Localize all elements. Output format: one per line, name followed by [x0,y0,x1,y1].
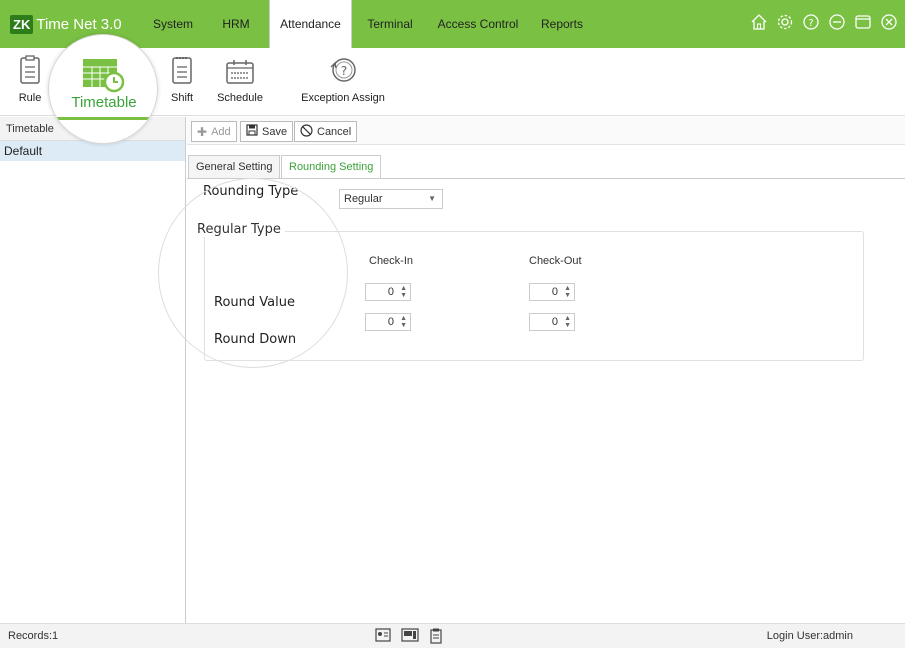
stepper-arrows-icon[interactable]: ▲ ▼ [564,315,571,329]
window-controls: ? [749,12,899,32]
svg-text:?: ? [341,64,347,78]
ribbon-rule-label: Rule [18,92,42,104]
magnifier-lens [158,178,348,368]
stepper-arrows-icon[interactable]: ▲ ▼ [400,315,407,329]
list-item[interactable]: Default [0,141,185,161]
exception-assign-icon: ? [328,55,358,88]
menu-reports[interactable]: Reports [534,0,590,48]
logo-badge: ZK [10,14,34,34]
minimize-icon[interactable] [827,12,847,32]
ribbon-rule[interactable]: Rule [10,48,50,116]
stepper-value: 0 [551,286,558,298]
login-user: Login User:admin [766,630,853,642]
top-menu-bar: ZK Time Net 3.0 System HRM Attendance Te… [0,0,905,48]
home-icon[interactable] [749,12,769,32]
active-indicator [49,117,157,120]
plus-icon: ✚ [197,124,208,139]
status-bar: Records:1 Login User:admin [0,623,905,648]
stepper-arrows-icon[interactable]: ▲ ▼ [400,285,407,299]
stepper-value: 0 [387,286,394,298]
cancel-button[interactable]: Cancel [294,121,358,142]
ribbon-exception-assign[interactable]: ? Exception Assign [298,48,388,116]
tab-general-setting[interactable]: General Setting [188,155,281,178]
rounding-type-select[interactable]: Regular ▼ [339,189,443,209]
round-value-check-in-stepper[interactable]: 0 ▲ ▼ [365,283,411,301]
add-button[interactable]: ✚ Add [191,121,237,142]
ribbon-schedule-label: Schedule [217,92,263,104]
add-button-label: Add [211,125,231,138]
round-down-check-in-stepper[interactable]: 0 ▲ ▼ [365,313,411,331]
action-toolbar: ✚ Add Save Cancel [187,117,905,145]
menu-access-control[interactable]: Access Control [432,0,524,48]
save-icon [246,124,258,139]
maximize-icon[interactable] [853,12,873,32]
ribbon-exception-assign-label: Exception Assign [301,92,385,104]
ribbon-shift[interactable]: Shift [162,48,202,116]
document-icon[interactable] [429,628,443,647]
shift-icon [171,55,193,88]
device-icon[interactable] [401,628,419,647]
cancel-button-label: Cancel [317,125,352,138]
close-icon[interactable] [879,12,899,32]
stepper-arrows-icon[interactable]: ▲ ▼ [564,285,571,299]
help-icon[interactable]: ? [801,12,821,32]
status-icons [375,628,443,647]
id-card-icon[interactable] [375,628,391,647]
round-value-check-out-stepper[interactable]: 0 ▲ ▼ [529,283,575,301]
save-button-label: Save [262,125,288,138]
rounding-type-value: Regular [344,193,383,205]
stepper-value: 0 [387,316,394,328]
round-down-check-out-stepper[interactable]: 0 ▲ ▼ [529,313,575,331]
schedule-icon [225,59,255,88]
save-button[interactable]: Save [240,121,294,142]
check-in-header: Check-In [369,255,414,267]
stepper-value: 0 [551,316,558,328]
cancel-icon [300,123,313,140]
ribbon-timetable-label[interactable]: Timetable [49,94,157,111]
menu-attendance[interactable]: Attendance [269,0,352,48]
timetable-icon [81,57,125,96]
left-panel: Timetable Default [0,117,186,623]
magnifier-lens: Timetable [48,34,158,144]
menu-hrm[interactable]: HRM [214,0,258,48]
menu-terminal[interactable]: Terminal [360,0,420,48]
records-count: Records:1 [8,630,59,642]
ribbon-shift-label: Shift [170,92,193,104]
rule-icon [19,55,41,88]
tab-rounding-setting[interactable]: Rounding Setting [281,155,382,179]
check-out-header: Check-Out [529,255,582,267]
ribbon-schedule[interactable]: Schedule [212,48,268,116]
svg-text:?: ? [808,18,813,29]
menu-system[interactable]: System [146,0,200,48]
chevron-down-icon: ▼ [428,194,436,203]
gear-icon[interactable] [775,12,795,32]
tab-divider [187,178,905,179]
app-title: Time Net 3.0 [36,15,122,33]
